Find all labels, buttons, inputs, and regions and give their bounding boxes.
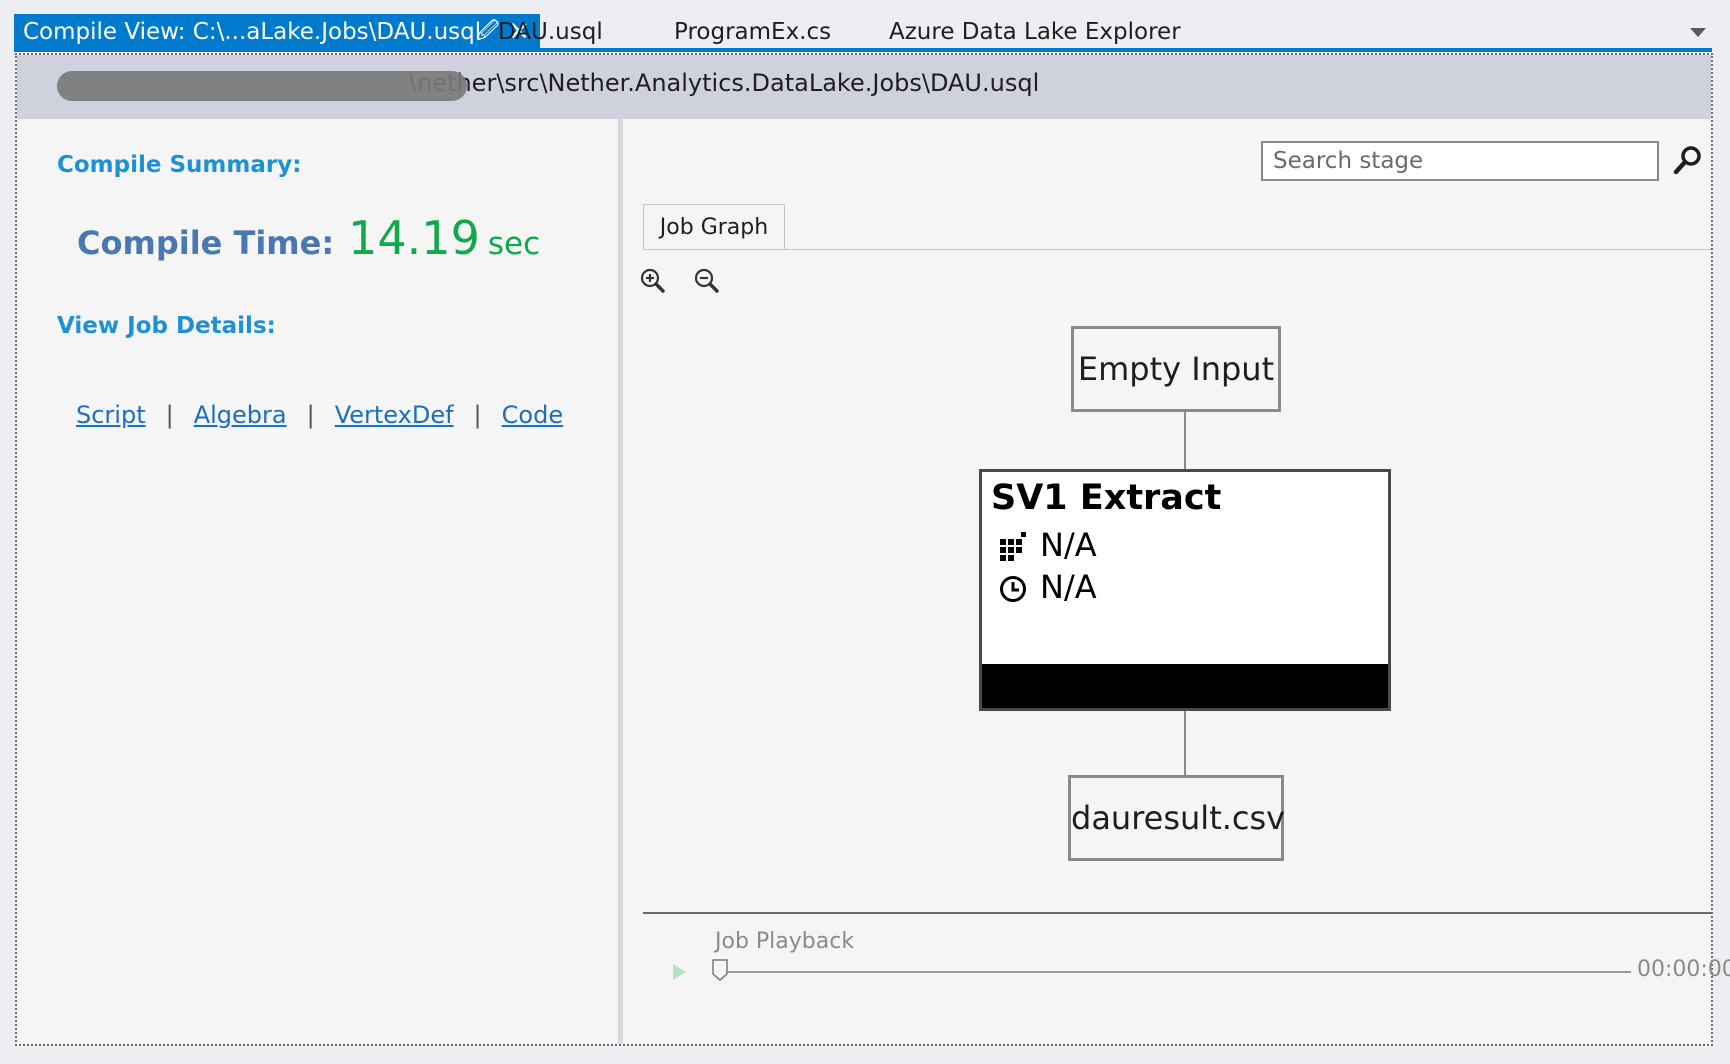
compile-view-document: \nether\src\Nether.Analytics.DataLake.Jo… <box>15 53 1730 1046</box>
document-tab-strip: Compile View: C:\...aLake.Jobs\DAU.usql … <box>0 0 1730 53</box>
vertexdef-link[interactable]: VertexDef <box>335 401 454 429</box>
clock-icon <box>1000 576 1026 602</box>
playback-time: 00:00:00 <box>1637 957 1730 982</box>
link-separator: | <box>473 401 482 429</box>
play-icon[interactable] <box>673 964 686 980</box>
graph-node-sv1-extract[interactable]: SV1 Extract N/A N/A <box>979 469 1391 711</box>
link-separator: | <box>165 401 174 429</box>
tab-programex-cs[interactable]: ProgramEx.cs <box>674 14 831 48</box>
tab-compile-view[interactable]: Compile View: C:\...aLake.Jobs\DAU.usql … <box>14 14 540 48</box>
compile-summary-pane: Compile Summary: Compile Time: 14.19 sec V… <box>17 119 617 1044</box>
pin-icon[interactable]: 🖉 <box>476 14 499 50</box>
graph-edge-stage-to-output <box>1184 711 1186 775</box>
tab-strip-underline <box>14 48 1712 52</box>
graph-node-dauresult-csv[interactable]: dauresult.csv <box>1068 775 1285 861</box>
search-stage-input[interactable] <box>1263 143 1657 179</box>
file-path-bar: \nether\src\Nether.Analytics.DataLake.Jo… <box>17 55 1711 119</box>
playback-divider <box>643 912 1711 914</box>
search-stage-field[interactable] <box>1261 141 1659 181</box>
job-details-links: Script | Algebra | VertexDef | Code <box>76 401 563 429</box>
tab-job-graph[interactable]: Job Graph <box>643 204 785 250</box>
job-playback-label: Job Playback <box>715 929 855 954</box>
code-link[interactable]: Code <box>502 401 563 429</box>
tab-compile-view-label: Compile View: C:\...aLake.Jobs\DAU.usql <box>23 19 482 45</box>
vertices-grid-icon <box>1000 532 1026 561</box>
playback-slider-thumb[interactable] <box>712 959 728 981</box>
zoom-out-icon[interactable] <box>691 265 725 299</box>
tab-rule <box>643 249 1711 250</box>
compile-time: Compile Time: 14.19 sec <box>77 211 540 265</box>
search-icon[interactable] <box>1671 143 1705 177</box>
file-path-text: \nether\src\Nether.Analytics.DataLake.Jo… <box>409 69 1040 97</box>
stage-vertices-row: N/A <box>998 526 1097 564</box>
playback-slider-track[interactable] <box>719 971 1631 973</box>
compile-time-label: Compile Time: <box>77 224 335 262</box>
redacted-path-segment <box>57 71 467 101</box>
graph-node-empty-input[interactable]: Empty Input <box>1071 326 1281 412</box>
stage-time-value: N/A <box>1040 568 1097 606</box>
stage-progress-bar <box>982 664 1388 708</box>
compile-time-value: 14.19 <box>348 211 480 265</box>
job-graph-pane: Job Graph Empty Input SV1 Extract <box>623 119 1730 1044</box>
view-job-details-heading: View Job Details: <box>57 313 276 339</box>
tab-dau-usql[interactable]: DAU.usql <box>498 14 603 48</box>
compile-time-unit: sec <box>487 226 541 262</box>
algebra-link[interactable]: Algebra <box>194 401 287 429</box>
link-separator: | <box>306 401 315 429</box>
graph-edge-input-to-stage <box>1184 412 1186 469</box>
zoom-in-icon[interactable] <box>637 265 671 299</box>
tab-overflow-dropdown-icon[interactable] <box>1690 28 1706 37</box>
compile-summary-heading: Compile Summary: <box>57 152 302 178</box>
tab-azure-data-lake-explorer[interactable]: Azure Data Lake Explorer <box>889 14 1181 48</box>
stage-title: SV1 Extract <box>991 478 1222 518</box>
stage-vertices-value: N/A <box>1040 526 1097 564</box>
stage-time-row: N/A <box>998 568 1097 606</box>
script-link[interactable]: Script <box>76 401 146 429</box>
